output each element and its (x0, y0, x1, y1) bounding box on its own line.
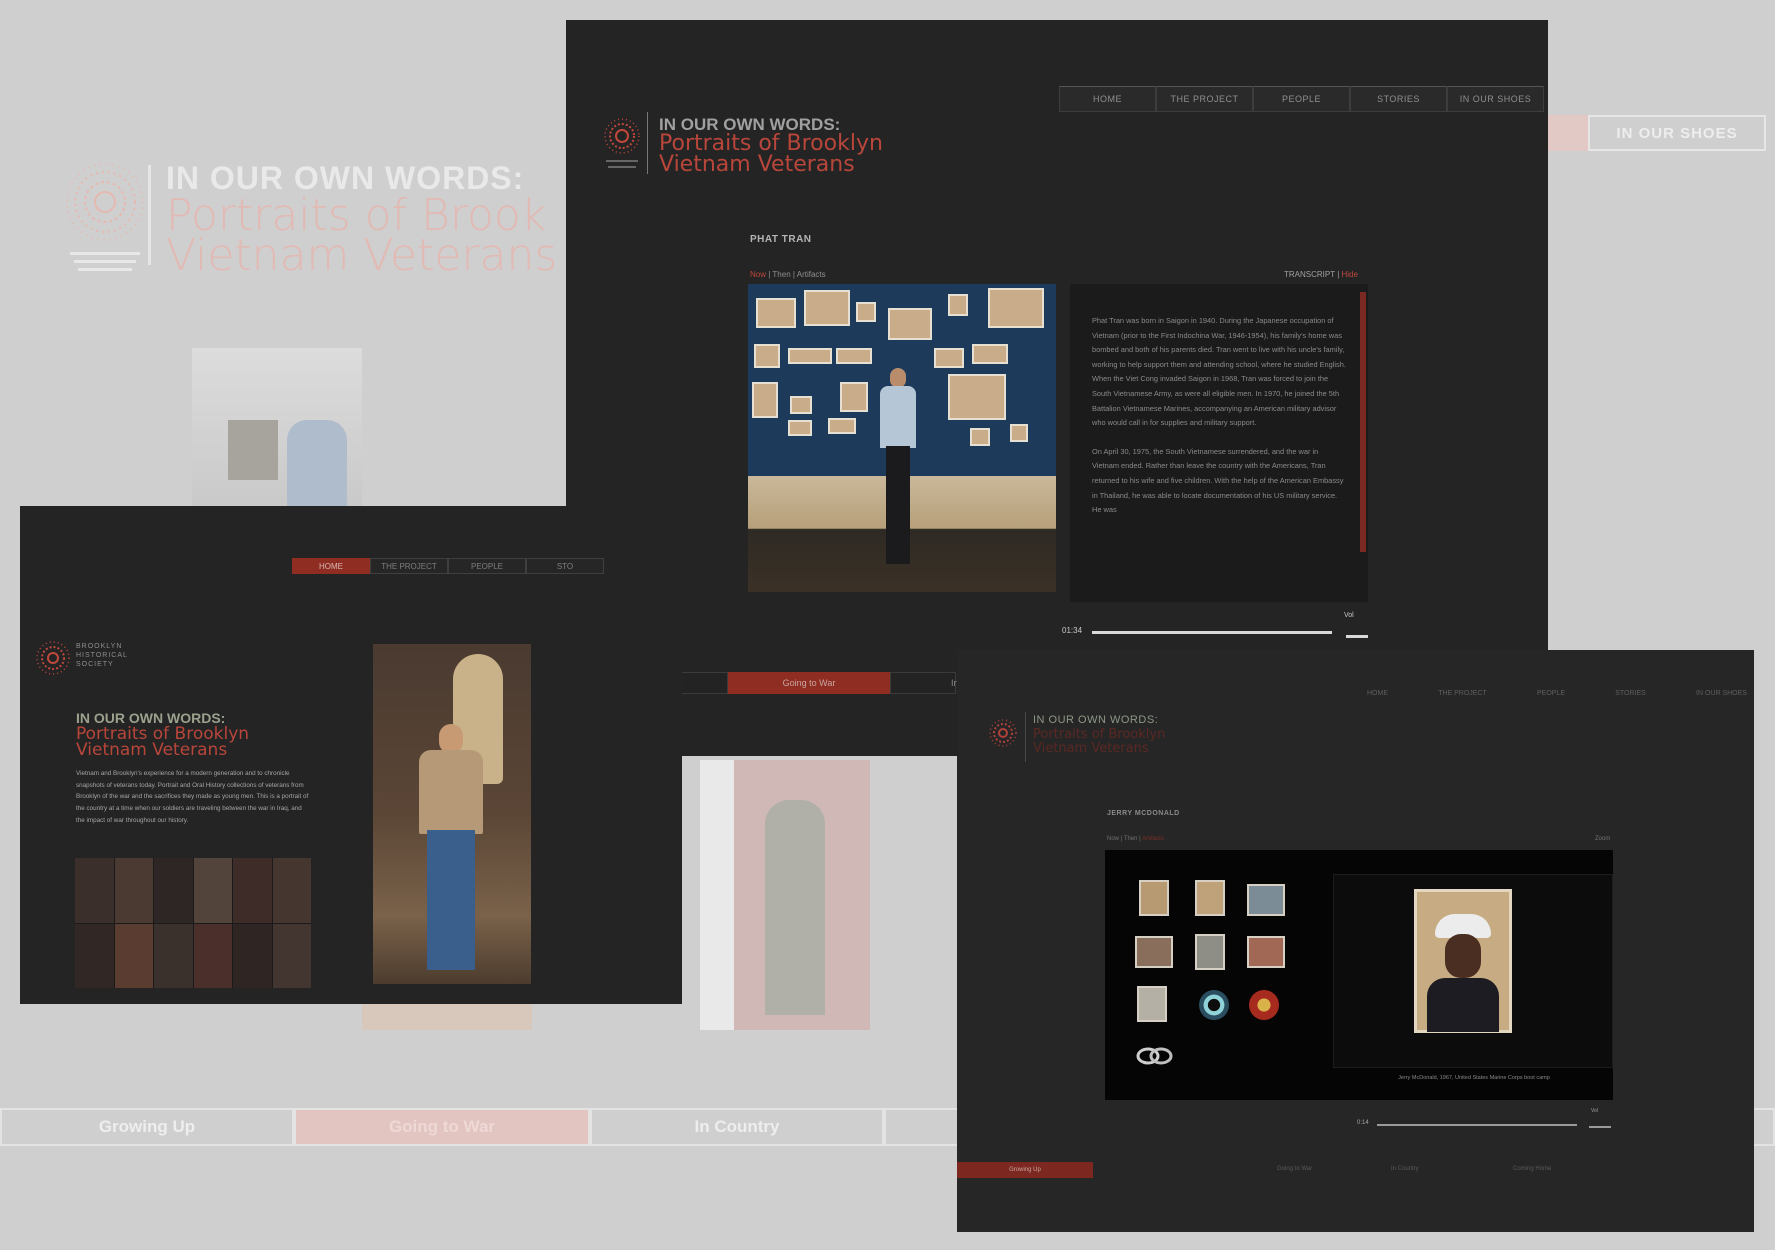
tab-artifacts[interactable]: Artifacts (797, 270, 826, 279)
transcript-scrollbar[interactable] (1360, 292, 1366, 552)
volume-slider[interactable] (1346, 624, 1368, 638)
veteran-name: PHAT TRAN (750, 234, 812, 245)
transcript-paragraph: Phat Tran was born in Saigon in 1940. Du… (1092, 316, 1346, 428)
artifact-thumbnail[interactable] (1195, 934, 1225, 970)
story-tab-going-to-war[interactable]: Going to War (728, 672, 890, 694)
tab-then[interactable]: Then (772, 270, 790, 279)
story-nav: Growing Up Going to War In Country Comin… (957, 1162, 1754, 1178)
nav-the-project[interactable]: THE PROJECT (1438, 690, 1487, 697)
site-title: IN OUR OWN WORDS: (1033, 714, 1159, 726)
nav-the-project[interactable]: THE PROJECT (1156, 86, 1253, 112)
story-tab-in-country[interactable]: In Country (1391, 1166, 1419, 1172)
bg-portrait-photo (700, 760, 870, 1030)
artifact-thumbnail[interactable] (1135, 936, 1173, 968)
story-tab-going-to-war[interactable]: Going to War (1277, 1166, 1312, 1172)
unit-patch-icon[interactable] (1199, 990, 1229, 1020)
artifacts-panel: Jerry McDonald, 1967, United States Mari… (1105, 850, 1613, 1100)
tab-then[interactable]: Then (1124, 836, 1138, 842)
bhs-sunburst-logo-icon (60, 160, 150, 280)
bhs-sunburst-logo-icon[interactable] (988, 718, 1018, 748)
audio-player: 01:34 Vol (1062, 612, 1372, 644)
photo-collage[interactable] (75, 858, 311, 988)
artifact-thumbnail[interactable] (1247, 884, 1285, 916)
main-nav: HOME THE PROJECT PEOPLE STO (292, 558, 604, 574)
nav-stories[interactable]: STORIES (1615, 690, 1646, 697)
org-name: BROOKLYN HISTORICAL SOCIETY (76, 643, 128, 668)
bg-story-tab-going-to-war[interactable]: Going to War (294, 1108, 590, 1146)
nav-home[interactable]: HOME (1059, 86, 1156, 112)
tab-now[interactable]: Now (1107, 836, 1119, 842)
screenshot-jerry-mcdonald: HOME THE PROJECT PEOPLE STORIES IN OUR S… (957, 650, 1754, 1232)
transcript-hide-link[interactable]: Hide (1342, 270, 1358, 279)
transcript-panel[interactable]: Phat Tran was born in Saigon in 1940. Du… (1070, 284, 1368, 602)
nav-in-our-shoes[interactable]: IN OUR SHOES (1696, 690, 1747, 697)
photo-tabs: Now | Then | Artifacts (1107, 836, 1164, 842)
bg-portrait-photo (362, 1000, 532, 1030)
story-tab-growing-up[interactable]: Growing Up (957, 1162, 1093, 1178)
audio-player: 0:14 Vol (1357, 1108, 1613, 1134)
site-subtitle: Portraits of Brooklyn Vietnam Veterans (1033, 727, 1166, 756)
bhs-sunburst-logo-icon[interactable] (33, 638, 73, 678)
audio-time: 01:34 (1062, 626, 1083, 635)
tab-artifacts[interactable]: Artifacts (1142, 836, 1164, 842)
bhs-sunburst-logo-icon[interactable] (602, 116, 642, 176)
nav-the-project[interactable]: THE PROJECT (370, 558, 448, 574)
site-subtitle: Portraits of Brooklyn Vietnam Veterans (76, 724, 250, 760)
main-nav: HOME THE PROJECT PEOPLE STORIES IN OUR S… (1367, 690, 1747, 697)
artifact-caption: Jerry McDonald, 1967, United States Mari… (1398, 1075, 1550, 1081)
audio-progress-bar[interactable] (1092, 631, 1332, 634)
bg-subtitle: Portraits of Brook Vietnam Veterans (166, 190, 558, 281)
veteran-name: JERRY MCDONALD (1107, 810, 1180, 817)
zoom-control[interactable]: Zoom (1595, 836, 1610, 842)
photo-tabs: Now | Then | Artifacts (750, 270, 826, 279)
veteran-portrait-photo (748, 284, 1056, 592)
audio-time: 0:14 (1357, 1120, 1369, 1126)
volume-label: Vol (1344, 612, 1354, 619)
tab-now[interactable]: Now (750, 270, 766, 279)
bg-story-tab-growing-up[interactable]: Growing Up (0, 1108, 294, 1146)
artifact-thumbnail[interactable] (1195, 880, 1225, 916)
artifact-thumbnail[interactable] (1137, 986, 1167, 1022)
artifact-viewer[interactable]: Jerry McDonald, 1967, United States Mari… (1333, 874, 1613, 1081)
featured-veteran-photo[interactable] (373, 644, 531, 984)
nav-people[interactable]: PEOPLE (448, 558, 526, 574)
artifact-main-image (1414, 889, 1512, 1033)
main-nav: HOME THE PROJECT PEOPLE STORIES IN OUR S… (1059, 86, 1544, 112)
nav-people[interactable]: PEOPLE (1537, 690, 1565, 697)
screenshot-home-page: HOME THE PROJECT PEOPLE STO BROOKLYN HIS… (20, 506, 682, 1004)
artifact-thumbnail[interactable] (1139, 880, 1169, 916)
story-tab-in-country[interactable]: In (890, 672, 959, 694)
nav-stories[interactable]: STO (526, 558, 604, 574)
audio-progress-bar[interactable] (1377, 1124, 1577, 1126)
bg-nav-in-our-shoes[interactable]: IN OUR SHOES (1588, 115, 1766, 151)
story-tab-coming-home[interactable]: Coming Home (1513, 1166, 1551, 1172)
volume-label: Vol (1591, 1108, 1598, 1114)
intro-text: Vietnam and Brooklyn's experience for a … (76, 770, 309, 824)
title-divider (1025, 712, 1026, 762)
nav-stories[interactable]: STORIES (1350, 86, 1447, 112)
dog-tags-icon[interactable] (1135, 1046, 1175, 1066)
nav-people[interactable]: PEOPLE (1253, 86, 1350, 112)
volume-slider[interactable] (1589, 1118, 1611, 1128)
transcript-paragraph: On April 30, 1975, the South Vietnamese … (1092, 446, 1344, 515)
title-divider (148, 165, 151, 265)
nav-home[interactable]: HOME (292, 558, 370, 574)
marine-corps-emblem-icon[interactable] (1249, 990, 1279, 1020)
bg-story-tab-in-country[interactable]: In Country (590, 1108, 884, 1146)
title-divider (647, 112, 648, 174)
transcript-toggle: TRANSCRIPT | Hide (1284, 270, 1358, 279)
transcript-label: TRANSCRIPT (1284, 270, 1335, 279)
nav-home[interactable]: HOME (1367, 690, 1388, 697)
screenshot-phat-tran: HOME THE PROJECT PEOPLE STORIES IN OUR S… (566, 20, 1548, 650)
bg-portrait-photo (192, 348, 362, 510)
site-subtitle: Portraits of Brooklyn Vietnam Veterans (659, 131, 883, 177)
artifact-thumbnail[interactable] (1247, 936, 1285, 968)
nav-in-our-shoes[interactable]: IN OUR SHOES (1447, 86, 1544, 112)
bg-nav-accent (1548, 115, 1588, 151)
